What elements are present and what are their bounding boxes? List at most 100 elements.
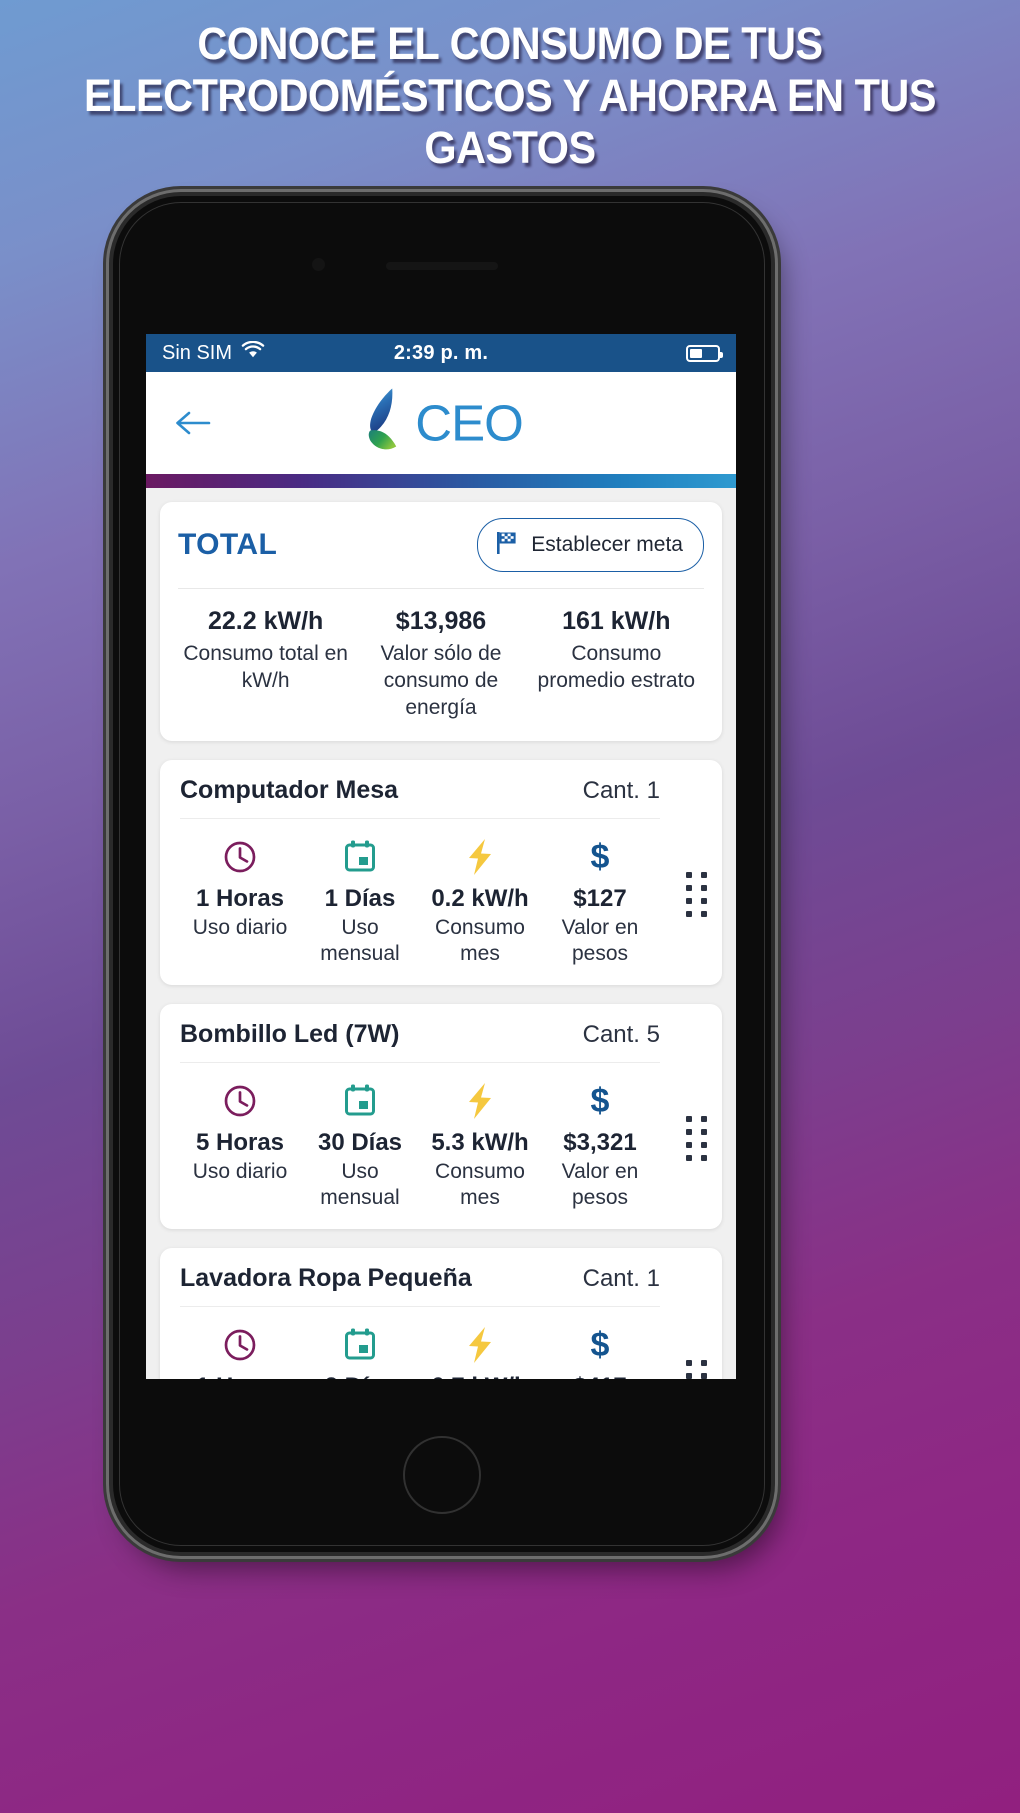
appliance-metrics-row: 1 Horas Uso diario: [180, 819, 660, 967]
clock-icon: [180, 1323, 300, 1367]
set-goal-button[interactable]: Establecer meta: [477, 518, 704, 572]
appliance-quantity: Cant. 1: [582, 1265, 660, 1292]
metric-value: $127: [573, 885, 627, 912]
app-bar: CEO: [146, 372, 736, 474]
calendar-icon: [300, 1323, 420, 1367]
headline-line-3: GASTOS: [424, 122, 596, 173]
dollar-sign-icon: $: [540, 835, 660, 879]
appliance-name: Bombillo Led (7W): [180, 1020, 400, 1048]
total-stat: 161 kW/h Consumo promedio estrato: [529, 607, 704, 721]
total-stat: $13,986 Valor sólo de consumo de energía: [353, 607, 528, 721]
total-stat-label: Consumo promedio estrato: [537, 642, 696, 692]
promo-headline: CONOCE EL CONSUMO DE TUS ELECTRODOMÉSTIC…: [41, 18, 979, 174]
svg-text:$: $: [591, 1082, 610, 1120]
drag-dots-icon: [685, 1360, 707, 1379]
total-stat-label: Consumo total en kW/h: [183, 642, 348, 692]
dollar-sign-icon: $: [540, 1079, 660, 1123]
metric-label: Valor en pesos: [561, 916, 639, 965]
metric-value: 1 Horas: [195, 885, 285, 912]
total-card-header: TOTAL Establecer meta: [178, 518, 704, 589]
metric-label: Consumo mes: [435, 1160, 525, 1209]
dollar-sign-icon: $: [540, 1323, 660, 1367]
metric-value: 0.7 kW/h: [420, 1373, 540, 1379]
metric-label: Uso mensual: [320, 916, 400, 965]
drag-dots-icon: [685, 1116, 707, 1161]
metric-price: $ $127 Valor en pesos: [540, 835, 660, 967]
metric-consumption: 0.7 kW/h Consumo mes: [420, 1323, 540, 1379]
metric-consumption: 0.2 kW/h Consumo mes: [420, 835, 540, 967]
metric-value: 0.2 kW/h: [431, 885, 529, 912]
lightning-bolt-icon: [420, 1079, 540, 1123]
checkered-flag-icon: [494, 529, 520, 561]
headline-line-2: ELECTRODOMÉSTICOS Y AHORRA EN TUS: [83, 70, 937, 121]
metric-value: 1 Días: [324, 885, 396, 912]
phone-earpiece-speaker: [386, 262, 498, 270]
total-summary-card: TOTAL Establecer meta 22.2 kW/h Consumo …: [160, 502, 722, 741]
total-stat-value: 161 kW/h: [562, 607, 671, 635]
metric-hours: 1 Horas Uso diario: [180, 835, 300, 967]
drag-dots-icon: [685, 872, 707, 917]
metric-value: 5 Horas: [195, 1129, 285, 1156]
appliance-metrics-row: 1 Horas Uso diario: [180, 1307, 660, 1379]
appliance-quantity: Cant. 5: [582, 1021, 660, 1048]
metric-price: $ $417 Valor en pesos: [540, 1323, 660, 1379]
app-logo: CEO: [359, 385, 524, 462]
metric-days: 1 Días Uso mensual: [300, 835, 420, 967]
total-stat: 22.2 kW/h Consumo total en kW/h: [178, 607, 353, 721]
back-arrow-icon[interactable]: [170, 401, 214, 445]
clock-icon: [180, 1079, 300, 1123]
status-bar-right: [686, 344, 723, 362]
phone-screen: Sin SIM 2:39 p. m. CEO TOTAL Establecer …: [146, 334, 736, 1379]
logo-text: CEO: [415, 394, 524, 452]
metric-days: 30 Días Uso mensual: [300, 1079, 420, 1211]
total-stats-row: 22.2 kW/h Consumo total en kW/h $13,986 …: [178, 589, 704, 721]
appliance-card-header: Lavadora Ropa Pequeña Cant. 1: [180, 1264, 660, 1307]
metric-label: Uso diario: [192, 916, 288, 939]
content-scroll-area[interactable]: TOTAL Establecer meta 22.2 kW/h Consumo …: [146, 488, 736, 1379]
drag-handle[interactable]: [670, 1004, 722, 1229]
battery-icon: [686, 344, 723, 362]
appliance-name: Lavadora Ropa Pequeña: [180, 1264, 472, 1292]
metric-days: 2 Días Uso mensual: [300, 1323, 420, 1379]
metric-value: 1 Horas: [180, 1373, 300, 1379]
gradient-divider: [146, 474, 736, 488]
appliance-card-body: Computador Mesa Cant. 1 1 Horas Uso diar…: [160, 760, 670, 985]
status-bar: Sin SIM 2:39 p. m.: [146, 334, 736, 372]
lightning-bolt-icon: [420, 835, 540, 879]
appliance-metrics-row: 5 Horas Uso diario 30 Días Uso mensual 5…: [180, 1063, 660, 1211]
metric-hours: 1 Horas Uso diario: [180, 1323, 300, 1379]
calendar-icon: [300, 835, 420, 879]
phone-home-button[interactable]: [403, 1436, 481, 1514]
metric-value: $417: [540, 1373, 660, 1379]
appliance-card[interactable]: Bombillo Led (7W) Cant. 5 5 Horas Uso di…: [160, 1004, 722, 1229]
battery-fill: [690, 348, 702, 358]
calendar-icon: [300, 1079, 420, 1123]
metric-value: $3,321: [563, 1129, 637, 1156]
appliance-card-body: Bombillo Led (7W) Cant. 5 5 Horas Uso di…: [160, 1004, 670, 1229]
phone-mockup: Sin SIM 2:39 p. m. CEO TOTAL Establecer …: [113, 196, 771, 1552]
metric-price: $ $3,321 Valor en pesos: [540, 1079, 660, 1211]
appliance-card[interactable]: Computador Mesa Cant. 1 1 Horas Uso diar…: [160, 760, 722, 985]
appliance-card-header: Bombillo Led (7W) Cant. 5: [180, 1020, 660, 1063]
phone-front-camera: [312, 258, 325, 271]
appliance-card[interactable]: Lavadora Ropa Pequeña Cant. 1 1 Horas: [160, 1248, 722, 1379]
metric-consumption: 5.3 kW/h Consumo mes: [420, 1079, 540, 1211]
metric-hours: 5 Horas Uso diario: [180, 1079, 300, 1211]
drag-handle[interactable]: [670, 760, 722, 985]
appliance-card-header: Computador Mesa Cant. 1: [180, 776, 660, 819]
ceo-leaf-logo-icon: [359, 385, 413, 462]
svg-text:$: $: [591, 1326, 610, 1364]
svg-text:$: $: [591, 838, 610, 876]
metric-label: Uso diario: [192, 1160, 288, 1183]
status-bar-clock: 2:39 p. m.: [393, 341, 489, 364]
metric-value: 5.3 kW/h: [431, 1129, 529, 1156]
metric-label: Valor en pesos: [561, 1160, 639, 1209]
total-stat-value: 22.2 kW/h: [208, 607, 324, 635]
drag-handle[interactable]: [670, 1248, 722, 1379]
appliance-card-body: Lavadora Ropa Pequeña Cant. 1 1 Horas: [160, 1248, 670, 1379]
metric-label: Uso mensual: [320, 1160, 400, 1209]
total-title: TOTAL: [178, 528, 278, 561]
headline-line-1: CONOCE EL CONSUMO DE TUS: [197, 18, 823, 69]
clock-icon: [180, 835, 300, 879]
metric-label: Consumo mes: [435, 916, 525, 965]
